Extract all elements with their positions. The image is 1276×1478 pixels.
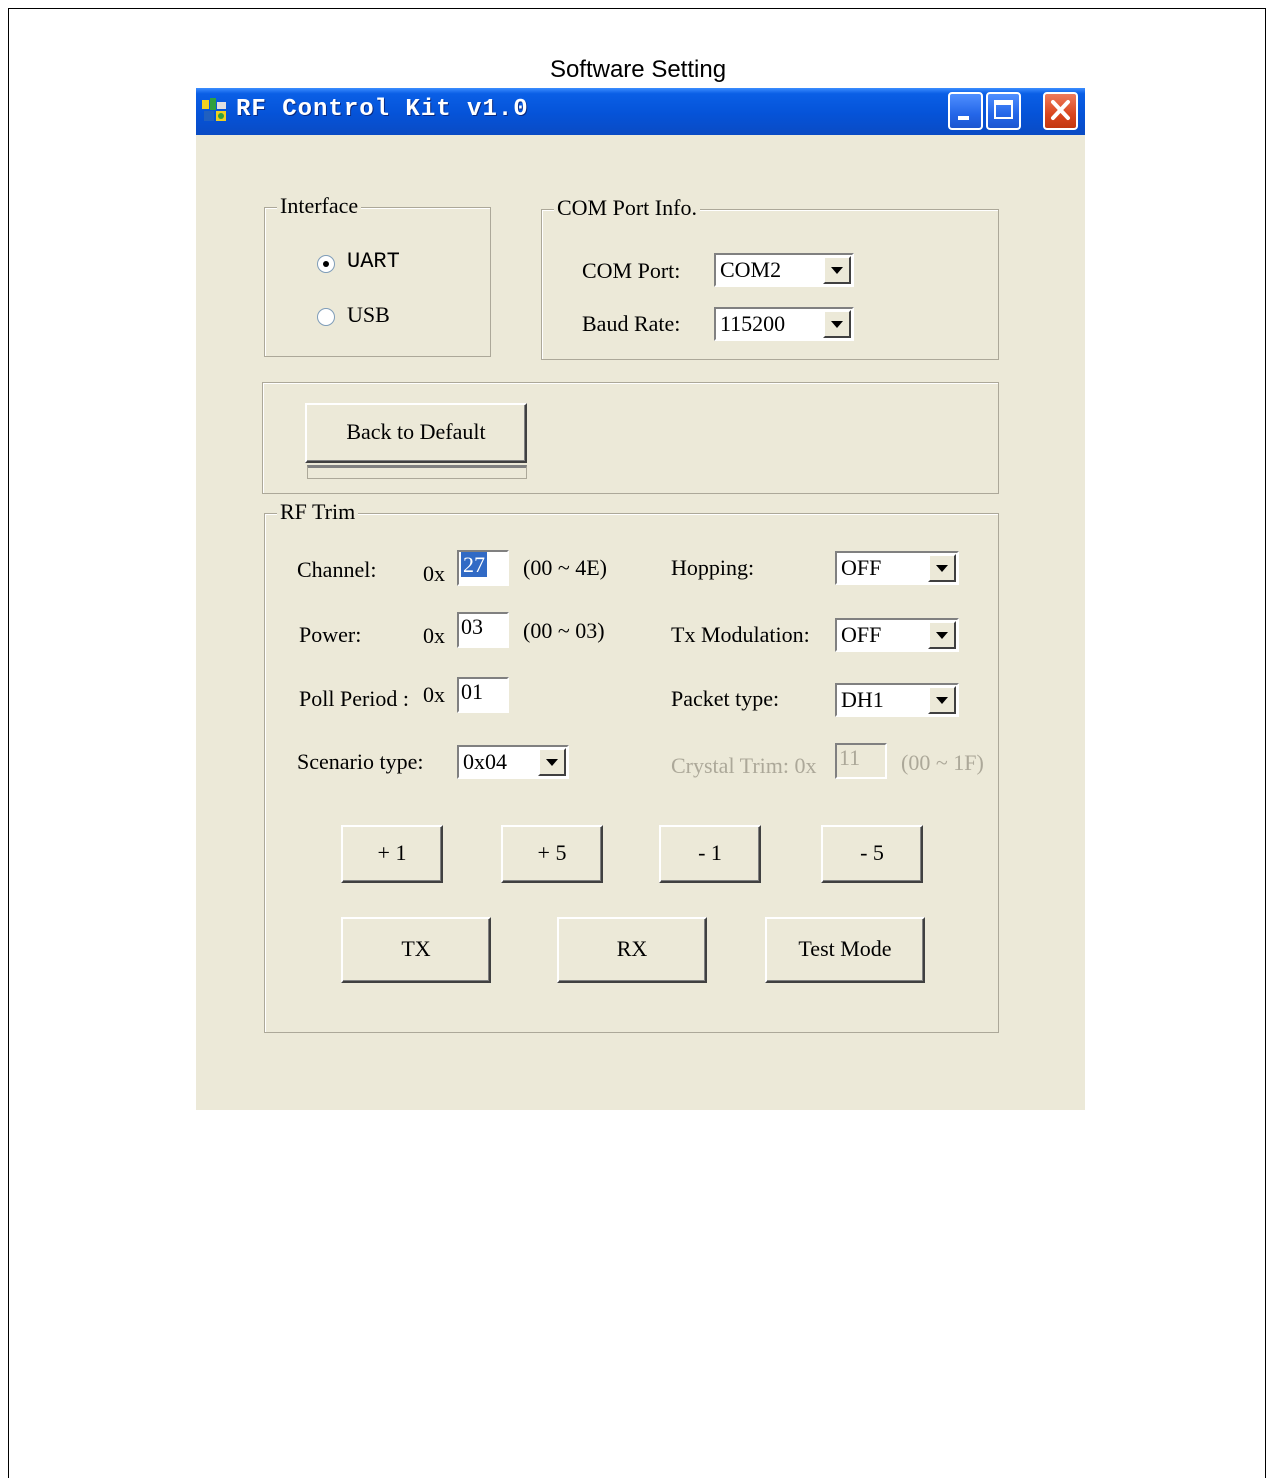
plus-1-button[interactable]: + 1 xyxy=(341,825,443,883)
app-window: RF Control Kit v1.0 Interface UART USB C… xyxy=(196,88,1085,1110)
chevron-down-icon[interactable] xyxy=(928,554,956,582)
back-to-default-button[interactable]: Back to Default xyxy=(305,403,527,463)
figure-caption: Software Setting xyxy=(549,56,727,83)
scenario-type-label: Scenario type: xyxy=(297,749,424,774)
packet-type-label: Packet type: xyxy=(671,686,780,711)
usb-label[interactable]: USB xyxy=(347,301,390,329)
hopping-value: OFF xyxy=(841,555,882,580)
plus-5-button[interactable]: + 5 xyxy=(501,825,603,883)
radio-dot xyxy=(323,261,329,267)
uart-label[interactable]: UART xyxy=(347,248,400,276)
tx-modulation-select[interactable]: OFF xyxy=(835,618,959,652)
app-icon xyxy=(202,98,226,121)
poll-period-input[interactable]: 01 xyxy=(457,677,509,713)
power-label: Power: xyxy=(299,622,362,647)
poll-hex-prefix: 0x xyxy=(423,682,445,707)
chevron-down-icon[interactable] xyxy=(928,621,956,649)
power-hex-prefix: 0x xyxy=(423,623,445,648)
power-range: (00 ~ 03) xyxy=(523,618,605,643)
interface-group: Interface UART USB xyxy=(264,192,491,357)
baud-rate-value: 115200 xyxy=(720,311,786,336)
uart-radio[interactable] xyxy=(317,255,335,273)
tx-modulation-label: Tx Modulation: xyxy=(671,622,810,647)
tx-modulation-value: OFF xyxy=(841,622,882,647)
packet-type-select[interactable]: DH1 xyxy=(835,683,959,717)
minus-1-button[interactable]: - 1 xyxy=(659,825,761,883)
channel-value: 27 xyxy=(461,552,487,577)
com-port-value: COM2 xyxy=(720,257,782,282)
channel-input[interactable]: 27 xyxy=(457,550,509,586)
minimize-button[interactable] xyxy=(948,92,983,130)
test-mode-button[interactable]: Test Mode xyxy=(765,917,925,983)
com-port-label: COM Port: xyxy=(582,258,681,283)
hopping-select[interactable]: OFF xyxy=(835,551,959,585)
minus-5-button[interactable]: - 5 xyxy=(821,825,923,883)
scenario-type-select[interactable]: 0x04 xyxy=(457,745,569,779)
minimize-icon xyxy=(958,116,969,120)
com-port-select[interactable]: COM2 xyxy=(714,253,854,287)
poll-period-label: Poll Period : xyxy=(299,686,410,711)
rx-button[interactable]: RX xyxy=(557,917,707,983)
interface-legend: Interface xyxy=(277,192,362,220)
chevron-down-icon[interactable] xyxy=(823,256,851,284)
packet-type-value: DH1 xyxy=(841,687,884,712)
baud-rate-label: Baud Rate: xyxy=(582,311,681,336)
chevron-down-icon[interactable] xyxy=(823,310,851,338)
close-button[interactable] xyxy=(1043,92,1078,130)
crystal-trim-range: (00 ~ 1F) xyxy=(901,750,984,775)
maximize-icon xyxy=(994,100,1013,119)
power-input[interactable]: 03 xyxy=(457,612,509,648)
scenario-type-value: 0x04 xyxy=(463,749,507,774)
window-title: RF Control Kit v1.0 xyxy=(236,96,529,123)
tx-button[interactable]: TX xyxy=(341,917,491,983)
baud-rate-select[interactable]: 115200 xyxy=(714,307,854,341)
title-bar[interactable]: RF Control Kit v1.0 xyxy=(196,88,1085,135)
com-port-info-group: COM Port Info. COM Port: COM2 Baud Rate:… xyxy=(541,194,999,360)
channel-hex-prefix: 0x xyxy=(423,561,445,586)
channel-label: Channel: xyxy=(297,557,377,582)
rf-trim-group: RF Trim Channel: 0x 27 (00 ~ 4E) Power: … xyxy=(264,498,999,1033)
maximize-button[interactable] xyxy=(986,92,1021,130)
usb-radio[interactable] xyxy=(317,308,335,326)
com-port-info-legend: COM Port Info. xyxy=(554,194,700,222)
button-focus-underline xyxy=(307,465,527,479)
default-group: Back to Default xyxy=(262,382,999,494)
close-icon xyxy=(1051,100,1070,120)
hopping-label: Hopping: xyxy=(671,555,755,580)
channel-range: (00 ~ 4E) xyxy=(523,555,607,580)
rf-trim-legend: RF Trim xyxy=(277,498,359,526)
crystal-trim-input: 11 xyxy=(835,743,887,779)
crystal-trim-label: Crystal Trim: 0x xyxy=(671,753,817,778)
chevron-down-icon[interactable] xyxy=(538,748,566,776)
chevron-down-icon[interactable] xyxy=(928,686,956,714)
